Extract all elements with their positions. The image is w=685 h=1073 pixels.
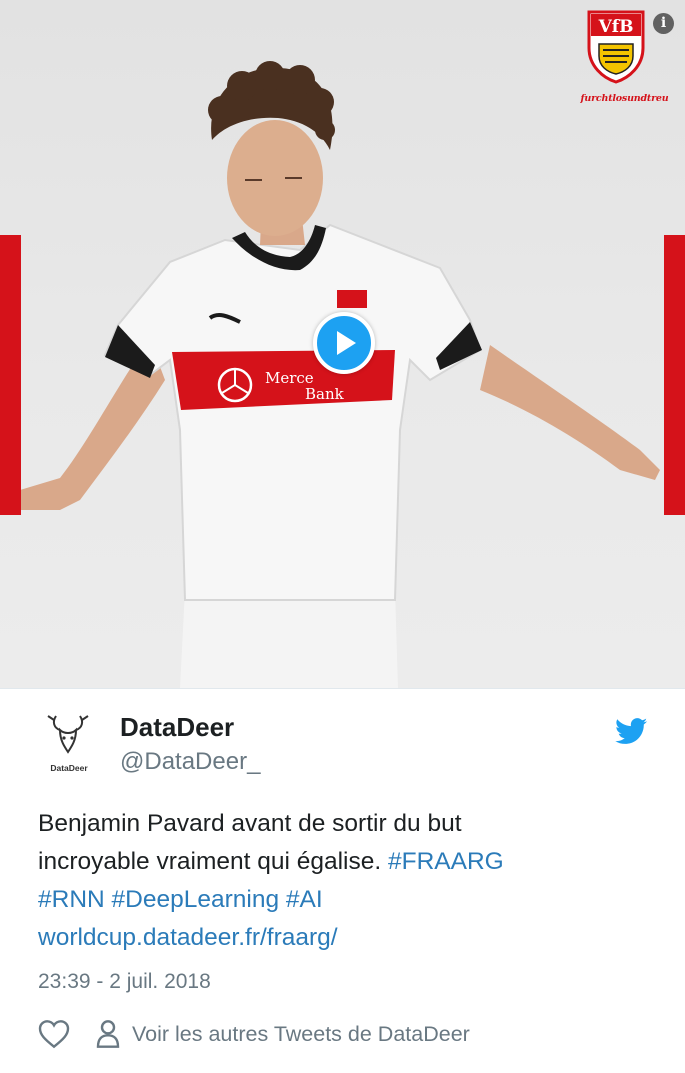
club-logo-text: VfB xyxy=(598,17,634,37)
svg-text:Bank: Bank xyxy=(305,385,345,403)
play-button[interactable] xyxy=(313,312,375,374)
like-button[interactable] xyxy=(38,1019,70,1049)
tweet-text-segment: Benjamin Pavard avant de sortir du but xyxy=(38,810,462,837)
hashtag-link[interactable]: #DeepLearning xyxy=(112,886,280,913)
tweet-media[interactable]: Merce Bank VfB i furchtlosundtreu xyxy=(0,0,685,688)
info-icon[interactable]: i xyxy=(653,13,674,34)
play-icon xyxy=(337,331,356,355)
tweet-text-line-1: Benjamin Pavard avant de sortir du but xyxy=(38,805,658,843)
hashtag-link[interactable]: #FRAARG xyxy=(388,848,504,875)
tweet-text-segment: incroyable vraiment qui égalise. xyxy=(38,848,388,875)
tweet-url-link[interactable]: worldcup.datadeer.fr/fraarg/ xyxy=(38,924,338,951)
hashtag-link[interactable]: #AI xyxy=(286,886,323,913)
avatar-label: DataDeer xyxy=(50,763,88,773)
heart-icon xyxy=(38,1020,70,1049)
hashtag-link[interactable]: #RNN xyxy=(38,886,105,913)
tweet-timestamp[interactable]: 23:39 - 2 juil. 2018 xyxy=(38,970,211,994)
red-side-bar-left xyxy=(0,235,21,515)
deer-logo-icon xyxy=(47,715,89,754)
twitter-bird-icon[interactable] xyxy=(615,718,648,745)
red-side-bar-right xyxy=(664,235,685,515)
tweet-actions: Voir les autres Tweets de DataDeer xyxy=(38,1017,470,1051)
club-crest-logo: VfB xyxy=(585,10,647,84)
club-tagline: furchtlosundtreu xyxy=(580,93,669,104)
view-more-tweets-label: Voir les autres Tweets de DataDeer xyxy=(132,1021,470,1046)
tweet-text-line-2: incroyable vraiment qui égalise. #FRAARG xyxy=(38,843,658,881)
author-name[interactable]: DataDeer xyxy=(120,712,234,743)
author-handle[interactable]: @DataDeer_ xyxy=(120,748,260,776)
view-more-tweets-link[interactable]: Voir les autres Tweets de DataDeer xyxy=(96,1019,470,1049)
tweet-text-line-4: worldcup.datadeer.fr/fraarg/ xyxy=(38,919,658,957)
person-icon xyxy=(96,1019,120,1049)
tweet-text-line-3: #RNN #DeepLearning #AI xyxy=(38,881,658,919)
tweet-text: Benjamin Pavard avant de sortir du but i… xyxy=(38,805,658,957)
